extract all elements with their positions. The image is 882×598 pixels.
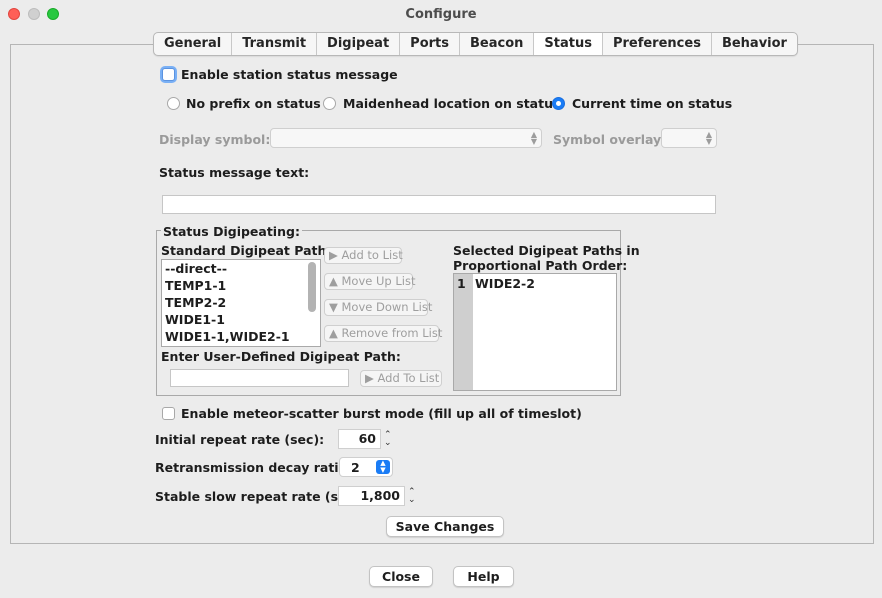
symbol-overlay-combo[interactable]: ▲ ▼ [661, 128, 717, 148]
slow-rate-label: Stable slow repeat rate (sec): [155, 489, 365, 504]
chevron-updown-icon: ▲ ▼ [705, 130, 712, 146]
list-item[interactable]: WIDE2-2 [472, 275, 535, 292]
add-to-list-button[interactable]: ▶ Add to List [324, 247, 403, 264]
list-item[interactable]: WIDE1-1,WIDE2-1 [162, 328, 320, 345]
status-message-input[interactable] [162, 195, 716, 214]
decay-ratio-combo[interactable]: 2 ▲ ▼ [339, 457, 393, 477]
tab-behavior[interactable]: Behavior [712, 33, 797, 55]
initial-rate-stepper-icon[interactable]: ⌃ ⌄ [384, 431, 392, 448]
tab-transmit[interactable]: Transmit [232, 33, 318, 55]
user-defined-path-label: Enter User-Defined Digipeat Path: [161, 349, 401, 364]
move-down-button[interactable]: ▼ Move Down List [324, 299, 432, 316]
standard-paths-list[interactable]: --direct-- TEMP1-1 TEMP2-2 WIDE1-1 WIDE1… [161, 259, 321, 347]
tab-status[interactable]: Status [534, 33, 603, 55]
decay-ratio-label: Retransmission decay ratio: [155, 460, 353, 475]
chevron-updown-icon: ▲ ▼ [530, 130, 537, 146]
no-prefix-radio[interactable] [167, 97, 180, 110]
help-button[interactable]: Help [453, 566, 514, 587]
initial-rate-label: Initial repeat rate (sec): [155, 432, 325, 447]
meteor-burst-label: Enable meteor-scatter burst mode (fill u… [181, 406, 582, 421]
remove-from-list-button[interactable]: ▲ Remove from List [324, 325, 442, 342]
meteor-burst-checkbox[interactable] [162, 407, 175, 420]
slow-rate-stepper-icon[interactable]: ⌃ ⌄ [408, 488, 416, 505]
list-item[interactable]: WIDE1-1 [162, 311, 320, 328]
user-defined-path-input[interactable] [170, 369, 349, 387]
list-item[interactable]: TEMP1-1 [162, 277, 320, 294]
decay-ratio-value: 2 [351, 460, 360, 475]
list-scrollbar-thumb[interactable] [308, 262, 316, 312]
enable-status-checkbox[interactable] [162, 68, 175, 81]
row-index: 1 [457, 276, 466, 291]
list-item[interactable]: TEMP2-2 [162, 294, 320, 311]
tab-digipeat[interactable]: Digipeat [317, 33, 401, 55]
tab-preferences[interactable]: Preferences [603, 33, 712, 55]
slow-rate-field[interactable]: 1,800 [338, 486, 405, 506]
symbol-overlay-label: Symbol overlay: [553, 132, 667, 147]
display-symbol-combo[interactable]: ▲ ▼ [270, 128, 542, 148]
maidenhead-radio[interactable] [323, 97, 336, 110]
tab-bar: General Transmit Digipeat Ports Beacon S… [153, 32, 798, 56]
enable-status-label: Enable station status message [181, 67, 398, 82]
save-changes-button[interactable]: Save Changes [386, 516, 504, 537]
current-time-label: Current time on status [572, 96, 733, 111]
initial-rate-field[interactable]: 60 [338, 429, 381, 449]
current-time-radio[interactable] [552, 97, 565, 110]
tab-ports[interactable]: Ports [400, 33, 460, 55]
maidenhead-label: Maidenhead location on status [343, 96, 561, 111]
chevron-updown-icon: ▲ ▼ [376, 460, 390, 474]
tab-general[interactable]: General [154, 33, 233, 55]
move-up-button[interactable]: ▲ Move Up List [324, 273, 415, 290]
close-button[interactable]: Close [369, 566, 433, 587]
list-item[interactable]: --direct-- [162, 260, 320, 277]
standard-paths-label: Standard Digipeat Paths: [161, 243, 339, 258]
status-message-label: Status message text: [159, 165, 310, 180]
no-prefix-label: No prefix on status [186, 96, 321, 111]
selected-paths-label-line1: Selected Digipeat Paths in [453, 243, 640, 258]
add-user-path-button[interactable]: ▶ Add To List [360, 370, 442, 387]
display-symbol-label: Display symbol: [159, 132, 271, 147]
window-title: Configure [405, 7, 477, 22]
title-bar: Configure [0, 0, 882, 28]
status-digipeating-title: Status Digipeating: [161, 224, 302, 239]
tab-beacon[interactable]: Beacon [460, 33, 535, 55]
selected-paths-list[interactable]: 1 WIDE2-2 [453, 273, 617, 391]
selected-paths-label-line2: Proportional Path Order: [453, 258, 628, 273]
